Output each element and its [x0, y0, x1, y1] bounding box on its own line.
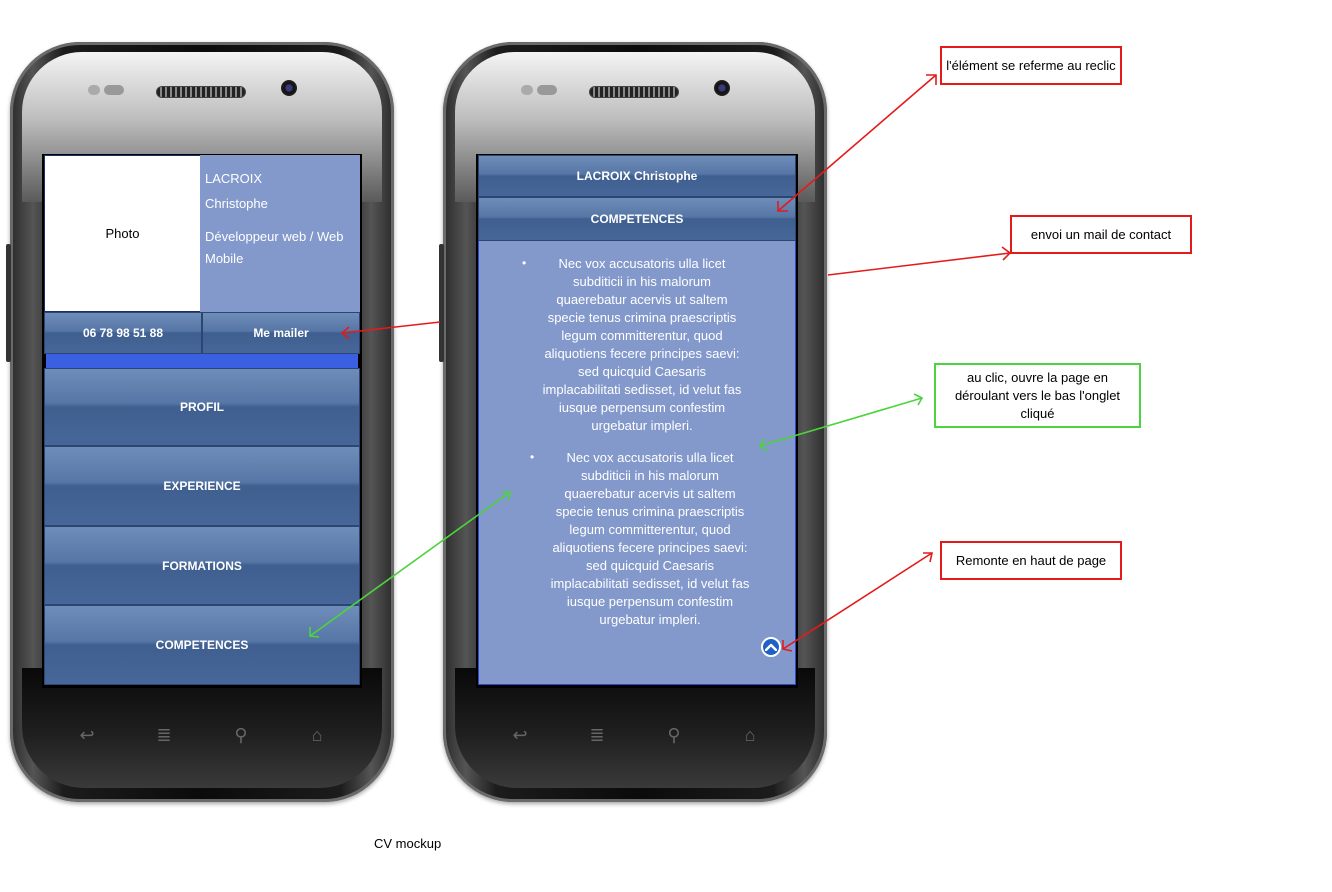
arrow-mail-right — [827, 252, 1011, 276]
arrow-collapse — [777, 74, 937, 212]
arrow-top — [782, 552, 933, 650]
diagram-caption: CV mockup — [374, 836, 442, 851]
annotation-arrows — [309, 74, 1012, 652]
arrow-open — [309, 491, 511, 637]
arrow-mail — [341, 321, 441, 334]
arrow-open-right — [759, 397, 923, 447]
